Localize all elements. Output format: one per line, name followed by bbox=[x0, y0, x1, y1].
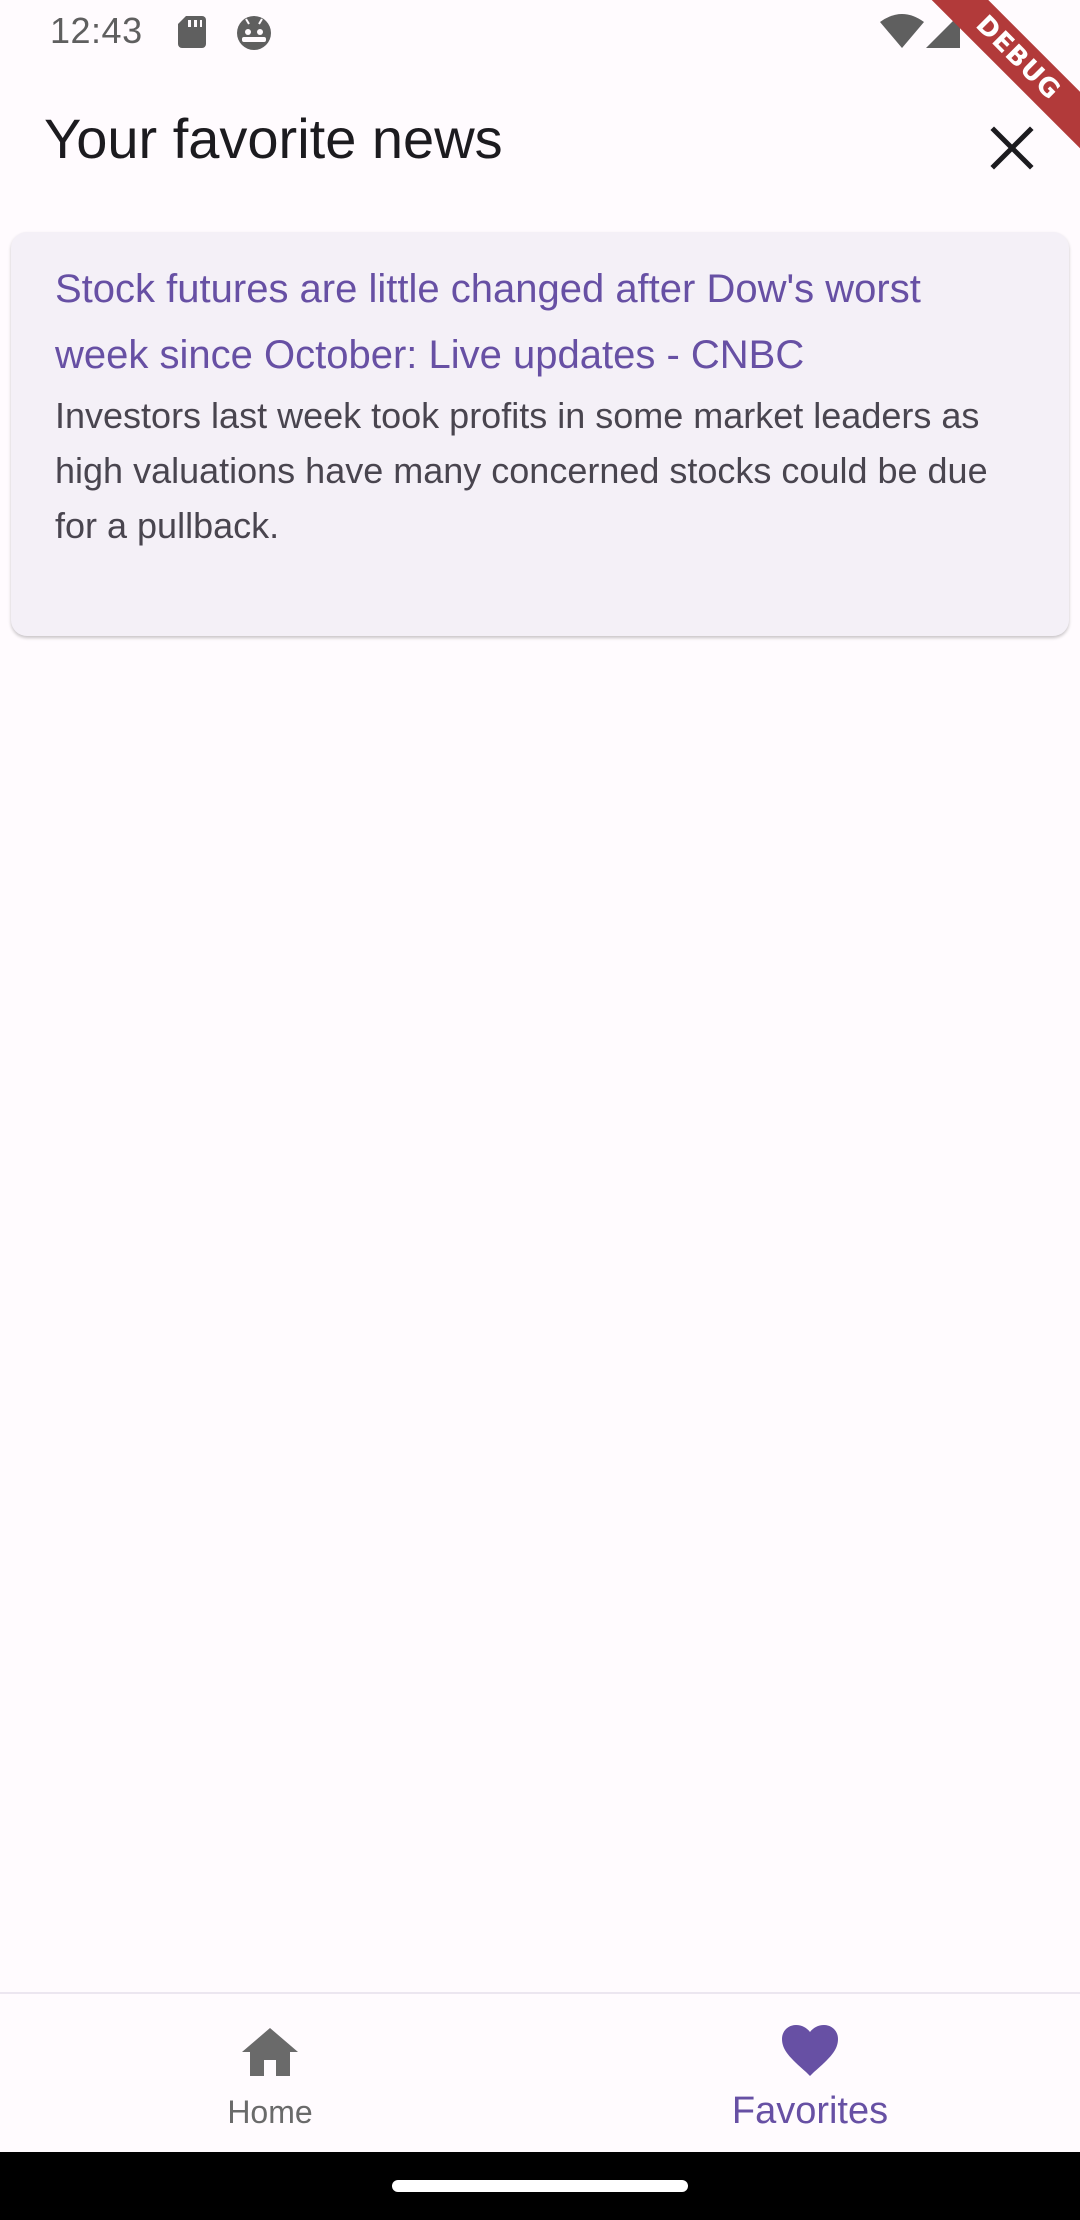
close-icon bbox=[990, 126, 1034, 170]
system-navigation-bar bbox=[0, 2152, 1080, 2220]
nav-item-home[interactable]: Home bbox=[0, 1994, 540, 2154]
favorites-screen: 12:43 DEBUG Your favorite news Stock fut… bbox=[0, 0, 1080, 2220]
home-icon bbox=[242, 2028, 298, 2076]
news-title: Stock futures are little changed after D… bbox=[55, 267, 921, 377]
nav-item-favorites[interactable]: Favorites bbox=[540, 1994, 1080, 2154]
signal-icon bbox=[926, 14, 960, 48]
favorite-news-card[interactable]: Stock futures are little changed after D… bbox=[11, 232, 1069, 636]
sd-card-icon bbox=[178, 16, 206, 48]
app-bar: Your favorite news bbox=[0, 84, 1080, 196]
battery-icon bbox=[982, 14, 1002, 50]
nav-label-favorites: Favorites bbox=[731, 2090, 889, 2132]
close-button[interactable] bbox=[976, 112, 1048, 184]
wifi-icon bbox=[880, 14, 924, 48]
news-description: Investors last week took profits in some… bbox=[55, 395, 988, 546]
page-title: Your favorite news bbox=[44, 107, 503, 170]
status-time: 12:43 bbox=[50, 10, 143, 51]
heart-icon bbox=[782, 2025, 838, 2076]
status-bar: 12:43 bbox=[0, 0, 1080, 66]
bottom-navigation: Home Favorites bbox=[0, 1992, 1080, 2152]
home-gesture-handle[interactable] bbox=[392, 2180, 688, 2192]
nav-label-home: Home bbox=[227, 2094, 313, 2130]
android-icon bbox=[237, 16, 271, 50]
status-right-group bbox=[880, 14, 1010, 50]
